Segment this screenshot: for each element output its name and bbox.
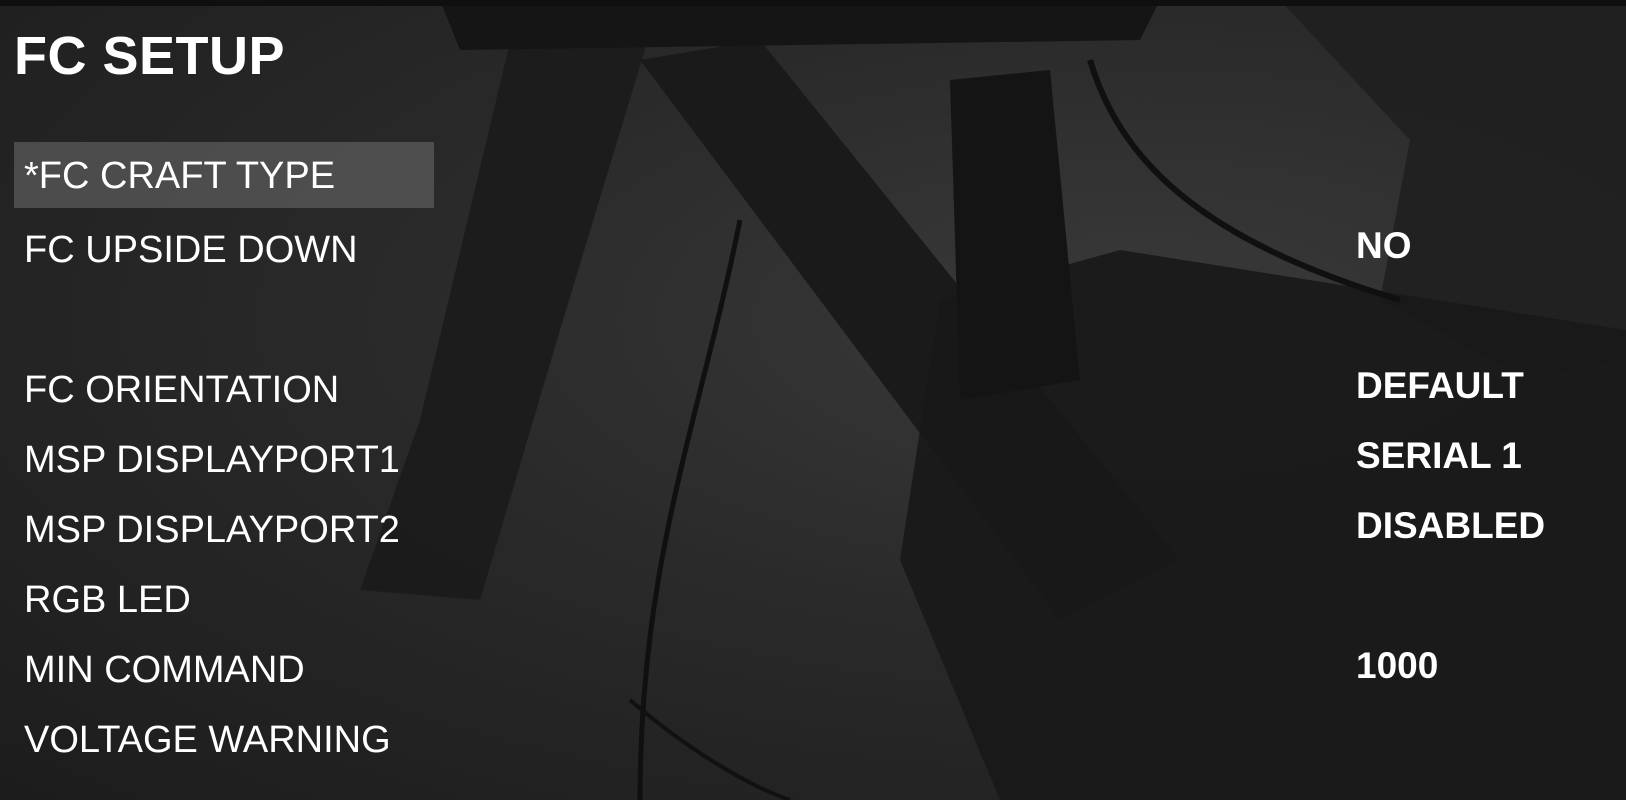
menu-item-rgb-led[interactable]: RGB LED <box>14 566 1594 632</box>
menu-item-fc-craft-type[interactable]: *FC CRAFT TYPE <box>14 136 1594 208</box>
menu-item-min-command[interactable]: MIN COMMAND 1000 <box>14 636 1594 702</box>
menu-item-voltage-warning[interactable]: VOLTAGE WARNING <box>14 706 1594 772</box>
top-border <box>0 0 1626 6</box>
menu-item-value: DISABLED <box>1356 505 1546 546</box>
osd-screen: FC SETUP *FC CRAFT TYPE FC UPSIDE DOWN N… <box>0 0 1626 800</box>
menu-item-msp-displayport2[interactable]: MSP DISPLAYPORT2 DISABLED <box>14 496 1594 562</box>
menu-item-value: 1000 <box>1356 645 1439 686</box>
menu-item-label: FC UPSIDE DOWN <box>24 229 358 271</box>
menu-item-label: MSP DISPLAYPORT1 <box>24 439 400 481</box>
menu-item-label: MIN COMMAND <box>24 649 305 691</box>
menu-item-label: RGB LED <box>24 579 191 621</box>
menu-item-msp-displayport1[interactable]: MSP DISPLAYPORT1 SERIAL 1 <box>14 426 1594 492</box>
menu-item-value: SERIAL 1 <box>1356 435 1522 476</box>
menu-item-label: FC ORIENTATION <box>24 369 340 411</box>
menu-item-value: DEFAULT <box>1356 365 1524 406</box>
menu-item-label: VOLTAGE WARNING <box>24 719 391 761</box>
menu-item-label: *FC CRAFT TYPE <box>24 155 336 197</box>
menu-item-value: NO <box>1356 225 1412 266</box>
page-title: FC SETUP <box>14 26 286 86</box>
menu-item-label: MSP DISPLAYPORT2 <box>24 509 400 551</box>
menu-item-fc-orientation[interactable]: FC ORIENTATION DEFAULT <box>14 356 1594 422</box>
menu-item-fc-upside-down[interactable]: FC UPSIDE DOWN NO <box>14 216 1594 282</box>
